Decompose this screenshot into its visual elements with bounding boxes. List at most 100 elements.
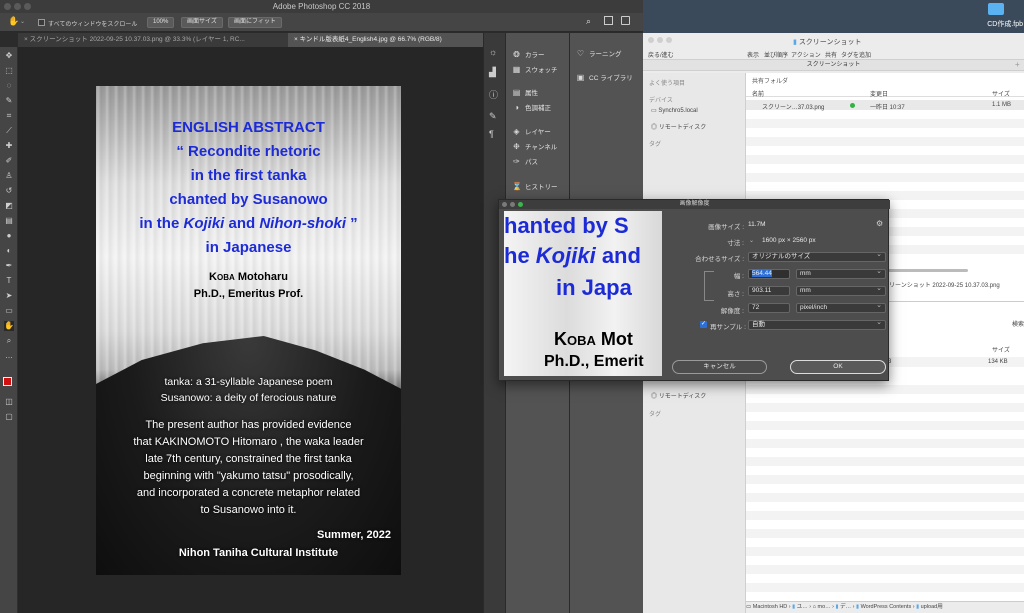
panel-item-channels[interactable]: ❉ チャンネル xyxy=(512,140,557,154)
eyedropper-tool-icon[interactable]: ⟋ xyxy=(4,126,14,136)
finder-add-tag-label[interactable]: タグを追加 xyxy=(841,50,871,59)
preview-text-line: in Japa xyxy=(556,275,632,300)
eraser-tool-icon[interactable]: ◩ xyxy=(4,201,14,211)
brush-tool-icon[interactable]: ✐ xyxy=(4,156,14,166)
cc-libraries-icon: ▣ xyxy=(576,73,585,82)
column-modified-header[interactable]: 変更日 xyxy=(870,89,888,98)
cancel-button[interactable]: キャンセル xyxy=(672,360,767,374)
clone-stamp-tool-icon[interactable]: ♙ xyxy=(4,171,14,181)
new-tab-icon[interactable]: + xyxy=(1015,60,1020,69)
crop-tool-icon[interactable]: ⌗ xyxy=(4,111,14,121)
history-brush-tool-icon[interactable]: ↺ xyxy=(4,186,14,196)
second-search-label[interactable]: 検索 xyxy=(1012,319,1024,328)
resolution-unit-select[interactable]: pixel/inch xyxy=(796,302,886,313)
finder-zoom-button[interactable] xyxy=(666,37,672,43)
tab-screenshot[interactable]: × スクリーンショット 2022-09-25 10.37.03.png @ 33… xyxy=(18,33,288,47)
ok-button[interactable]: OK xyxy=(790,360,886,374)
document-canvas[interactable]: ENGLISH ABSTRACT “ Recondite rhetoric in… xyxy=(96,86,401,575)
minimize-window-button[interactable] xyxy=(14,3,21,10)
settings-gear-icon[interactable]: ⚙ xyxy=(876,219,883,228)
scroll-all-checkbox[interactable] xyxy=(38,19,45,26)
brightness-icon[interactable]: ☼ xyxy=(489,47,497,57)
panel-item-paths[interactable]: ✑ パス xyxy=(512,155,538,169)
dimensions-dropdown-icon[interactable]: ⌄ xyxy=(749,237,754,244)
marquee-tool-icon[interactable]: ⬚ xyxy=(4,66,14,76)
panel-item-cc-libraries[interactable]: ▣ CC ライブラリ xyxy=(576,71,633,85)
pen-tool-icon[interactable]: ✒ xyxy=(4,261,14,271)
resolution-input[interactable]: 72 xyxy=(748,303,790,313)
resample-checkbox[interactable]: ✓ xyxy=(700,321,707,328)
height-input[interactable]: 903.11 xyxy=(748,286,790,296)
panel-item-learn[interactable]: ♡ ラーニング xyxy=(576,47,622,61)
finder-minimize-button[interactable] xyxy=(657,37,663,43)
desktop-file-icon[interactable] xyxy=(988,3,1004,15)
sidebar-item-remote-disk-lower[interactable]: ◎ リモートディスク xyxy=(651,391,706,400)
shape-tool-icon[interactable]: ▭ xyxy=(4,306,14,316)
type-tool-icon[interactable]: T xyxy=(4,276,14,286)
width-unit-select[interactable]: mm xyxy=(796,268,886,279)
second-size-header[interactable]: サイズ xyxy=(992,345,1010,354)
table-row[interactable]: スクリーン…37.03.png 一昨日 10:37 1.1 MB xyxy=(746,100,1024,111)
search-icon[interactable]: ⌕ xyxy=(586,16,591,27)
dialog-close-button[interactable] xyxy=(502,202,507,207)
panel-item-properties[interactable]: ▤ 属性 xyxy=(512,86,538,100)
foreground-color-swatch[interactable] xyxy=(3,377,12,386)
finder-back-forward-label[interactable]: 戻る/進む xyxy=(648,50,674,59)
zoom-window-button[interactable] xyxy=(24,3,31,10)
finder-close-button[interactable] xyxy=(648,37,654,43)
path-select-tool-icon[interactable]: ➤ xyxy=(4,291,14,301)
finder-view-label[interactable]: 表示 xyxy=(747,50,759,59)
panel-item-swatches[interactable]: ▦ スウォッチ xyxy=(512,63,558,77)
column-name-header[interactable]: 名前 xyxy=(752,89,764,98)
dialog-zoom-button[interactable] xyxy=(518,202,523,207)
sidebar-item-synchro5[interactable]: ▭ Synchro5.local xyxy=(651,107,698,114)
panel-item-adjustments[interactable]: ◑ 色調補正 xyxy=(512,101,551,115)
blur-tool-icon[interactable]: ● xyxy=(4,231,14,241)
breadcrumb-item[interactable]: ▮ デ… xyxy=(836,604,852,610)
close-window-button[interactable] xyxy=(4,3,11,10)
dodge-tool-icon[interactable]: ◐ xyxy=(4,246,14,256)
hand-tool-icon[interactable]: ✋ xyxy=(4,321,14,331)
info-icon[interactable]: ⓘ xyxy=(489,88,498,101)
resample-select[interactable]: 自動 xyxy=(748,319,886,330)
finder-share-label[interactable]: 共有 xyxy=(825,50,837,59)
zoom-100-button[interactable]: 100% xyxy=(147,17,175,28)
quick-mask-icon[interactable]: ◫ xyxy=(4,397,14,407)
zoom-tool-icon[interactable]: ⌕ xyxy=(4,336,14,346)
dialog-minimize-button[interactable] xyxy=(510,202,515,207)
tab-kindle-cover[interactable]: × キンドル版表紙4_English4.jpg @ 66.7% (RGB/8) xyxy=(288,33,483,47)
fill-screen-button[interactable]: 画面にフィット xyxy=(228,17,282,28)
sidebar-item-remote-disk[interactable]: ◎ リモートディスク xyxy=(651,122,706,131)
move-tool-icon[interactable]: ✥ xyxy=(4,51,14,61)
panel-item-layers[interactable]: ◈ レイヤー xyxy=(512,125,550,139)
breadcrumb-item[interactable]: ▭ Macintosh HD xyxy=(746,604,787,610)
breadcrumb-item[interactable]: ▮ upload用 xyxy=(916,604,943,610)
image-preview[interactable]: hanted by S he Kojiki and in Japa Koba M… xyxy=(504,211,662,376)
histogram-icon[interactable]: ▟ xyxy=(489,67,496,78)
panel-item-color[interactable]: ❂ カラー xyxy=(512,48,544,62)
screen-mode-icon[interactable]: ▢ xyxy=(4,412,14,422)
brush-settings-icon[interactable]: ✎ xyxy=(489,111,497,122)
finder-action-label[interactable]: アクション xyxy=(791,50,821,59)
more-tools-icon[interactable]: … xyxy=(4,351,14,361)
empty-row xyxy=(746,173,1024,182)
quick-select-tool-icon[interactable]: ✎ xyxy=(4,96,14,106)
fit-to-select[interactable]: オリジナルのサイズ xyxy=(748,251,886,262)
tool-preset-dropdown-icon[interactable]: ⌄ xyxy=(20,18,25,25)
lasso-tool-icon[interactable]: ◌ xyxy=(4,81,14,91)
height-unit-select[interactable]: mm xyxy=(796,285,886,296)
panel-item-history[interactable]: ⌛ ヒストリー xyxy=(512,180,558,194)
breadcrumb-item[interactable]: ▮ WordPress Contents xyxy=(856,604,911,610)
width-input[interactable]: 564.44 xyxy=(748,269,790,279)
gradient-tool-icon[interactable]: ▤ xyxy=(4,216,14,226)
column-size-header[interactable]: サイズ xyxy=(992,89,1010,98)
finder-sort-label[interactable]: 並び順序 xyxy=(764,50,788,59)
breadcrumb-item[interactable]: ▮ ユ… xyxy=(792,604,808,610)
character-icon[interactable]: ¶ xyxy=(489,129,494,139)
share-icon[interactable] xyxy=(621,16,630,25)
breadcrumb-item[interactable]: ⌂ mo… xyxy=(813,604,831,610)
workspace-icon[interactable] xyxy=(604,16,613,25)
desktop-file-label[interactable]: CD作成.fpb xyxy=(963,19,1023,29)
fit-screen-button[interactable]: 画面サイズ xyxy=(181,17,223,28)
healing-brush-tool-icon[interactable]: ✚ xyxy=(4,141,14,151)
